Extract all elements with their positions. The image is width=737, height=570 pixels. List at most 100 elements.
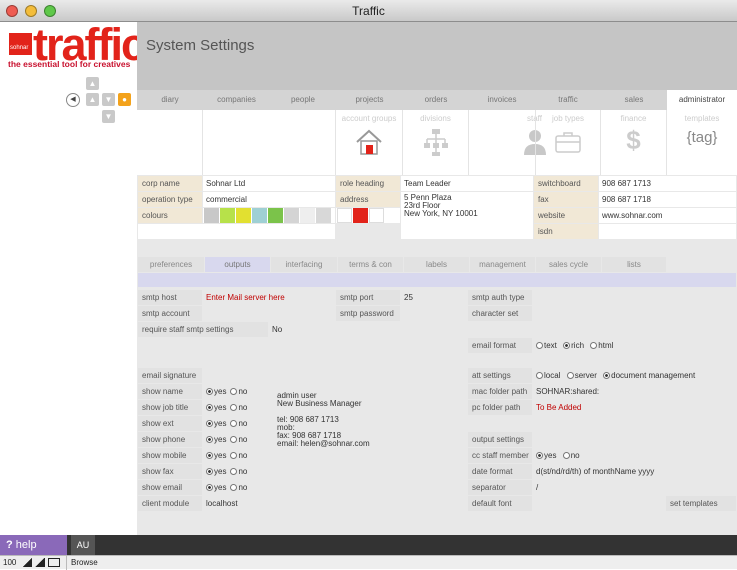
smtp-auth-field[interactable] — [533, 290, 599, 305]
yes-radio[interactable]: yes — [206, 483, 226, 492]
subtab-labels[interactable]: labels — [404, 257, 469, 272]
no-radio[interactable]: no — [230, 483, 247, 492]
tab-traffic[interactable]: traffic — [535, 90, 601, 110]
job-types-button[interactable]: job types — [535, 110, 601, 175]
show-row-label: show ext — [138, 416, 202, 431]
show-row-label: show mobile — [138, 448, 202, 463]
yes-radio[interactable]: yes — [206, 435, 226, 444]
colour-swatch[interactable] — [252, 208, 267, 223]
dollar-icon: $ — [626, 125, 641, 155]
show-row-options: yes no — [203, 432, 268, 447]
colour-swatch[interactable] — [284, 208, 299, 223]
att-settings-label: att settings — [468, 368, 532, 383]
finance-button[interactable]: finance $ — [601, 110, 667, 175]
client-module-field[interactable]: localhost — [203, 496, 335, 511]
pc-folder-field[interactable]: To Be Added — [533, 400, 735, 415]
zoom-in-icon[interactable] — [35, 558, 45, 567]
smtp-port-field[interactable]: 25 — [401, 290, 467, 305]
yes-radio[interactable]: yes — [206, 451, 226, 460]
set-templates-button[interactable]: set templates — [666, 496, 736, 511]
tab-projects[interactable]: projects — [336, 90, 403, 110]
help-button[interactable]: ? help — [0, 535, 67, 555]
templates-button[interactable]: templates {tag} — [667, 110, 737, 175]
divisions-button[interactable]: divisions — [403, 110, 469, 175]
nav-down-icon[interactable]: ▼ — [102, 110, 115, 123]
yes-radio[interactable]: yes — [206, 467, 226, 476]
smtp-account-field[interactable] — [203, 306, 335, 321]
cc-staff-yes-radio[interactable]: yes — [536, 451, 556, 460]
zoom-icon[interactable] — [22, 558, 32, 567]
subtab-management[interactable]: management — [470, 257, 535, 272]
nav-up-icon[interactable]: ▲ — [86, 77, 99, 90]
nav-next-icon[interactable]: ▼ — [102, 93, 115, 106]
email-signature-field[interactable]: admin user New Business Manager tel: 908… — [269, 384, 466, 492]
mac-folder-field[interactable]: SOHNAR:shared: — [533, 384, 735, 399]
colour-swatch[interactable] — [268, 208, 283, 223]
colour-swatch[interactable] — [337, 208, 352, 223]
tab-orders[interactable]: orders — [403, 90, 469, 110]
colour-swatch[interactable] — [353, 208, 368, 223]
no-radio[interactable]: no — [230, 387, 247, 396]
cc-staff-no-radio[interactable]: no — [562, 451, 580, 460]
smtp-password-field[interactable] — [401, 306, 467, 321]
no-radio[interactable]: no — [230, 451, 247, 460]
tab-administrator[interactable]: administrator — [667, 90, 737, 110]
colour-swatch[interactable] — [236, 208, 251, 223]
user-icon[interactable]: ● — [118, 93, 131, 106]
subtab-sales-cycle[interactable]: sales cycle — [536, 257, 601, 272]
op-type-field[interactable]: commercial — [203, 192, 335, 207]
zoom-level[interactable]: 100 — [3, 558, 16, 567]
separator-field[interactable]: / — [533, 480, 599, 495]
no-radio[interactable]: no — [230, 419, 247, 428]
require-staff-smtp-field[interactable]: No — [269, 322, 335, 337]
switchboard-field[interactable]: 908 687 1713 — [599, 176, 736, 191]
att-local-radio[interactable]: local — [536, 371, 560, 380]
subtab-outputs[interactable]: outputs — [205, 257, 270, 272]
account-groups-button[interactable]: account groups — [336, 110, 403, 175]
colour-swatch[interactable] — [369, 208, 384, 223]
briefcase-icon — [555, 132, 581, 153]
address-label: address — [336, 192, 400, 207]
tab-invoices[interactable]: invoices — [469, 90, 535, 110]
att-document-management-radio[interactable]: document management — [603, 371, 695, 380]
no-radio[interactable]: no — [230, 467, 247, 476]
date-format-field[interactable]: d(st/nd/rd/th) of monthName yyyy — [533, 464, 663, 479]
colour-swatch[interactable] — [220, 208, 235, 223]
yes-radio[interactable]: yes — [206, 387, 226, 396]
colour-swatch[interactable] — [300, 208, 315, 223]
role-heading-field[interactable]: Team Leader — [401, 176, 533, 191]
tab-people[interactable]: people — [270, 90, 336, 110]
subtab-preferences[interactable]: preferences — [138, 257, 204, 272]
address-field[interactable]: 5 Penn Plaza 23rd Floor New York, NY 100… — [401, 192, 533, 239]
fax-field[interactable]: 908 687 1718 — [599, 192, 736, 207]
email-format-rich-radio[interactable]: rich — [563, 341, 584, 350]
show-row-options: yes no — [203, 400, 268, 415]
subtab-interfacing[interactable]: interfacing — [271, 257, 337, 272]
no-radio[interactable]: no — [230, 435, 247, 444]
colour-swatch[interactable] — [204, 208, 219, 223]
tab-diary[interactable]: diary — [137, 90, 203, 110]
colour-swatch[interactable] — [316, 208, 331, 223]
charset-field[interactable] — [533, 306, 599, 321]
yes-radio[interactable]: yes — [206, 403, 226, 412]
nav-prev-icon[interactable]: ▲ — [86, 93, 99, 106]
subtab-lists[interactable]: lists — [602, 257, 666, 272]
user-initials-badge[interactable]: AU — [71, 535, 95, 555]
back-arrow-icon[interactable]: ◀ — [66, 93, 80, 107]
default-font-field[interactable] — [533, 496, 599, 511]
yes-radio[interactable]: yes — [206, 419, 226, 428]
website-field[interactable]: www.sohnar.com — [599, 208, 736, 223]
no-radio[interactable]: no — [230, 403, 247, 412]
smtp-account-label: smtp account — [138, 306, 202, 321]
subtab-terms[interactable]: terms & con — [338, 257, 403, 272]
tab-sales[interactable]: sales — [601, 90, 667, 110]
smtp-host-field[interactable]: Enter Mail server here — [203, 290, 335, 305]
att-server-radio[interactable]: server — [566, 371, 597, 380]
status-toggle-icon[interactable] — [48, 558, 60, 567]
isdn-field[interactable] — [599, 224, 736, 239]
email-format-html-radio[interactable]: html — [590, 341, 613, 350]
att-settings-options: local server document management — [533, 368, 735, 383]
corp-name-field[interactable]: Sohnar Ltd — [203, 176, 335, 191]
tab-companies[interactable]: companies — [203, 90, 270, 110]
email-format-text-radio[interactable]: text — [536, 341, 557, 350]
